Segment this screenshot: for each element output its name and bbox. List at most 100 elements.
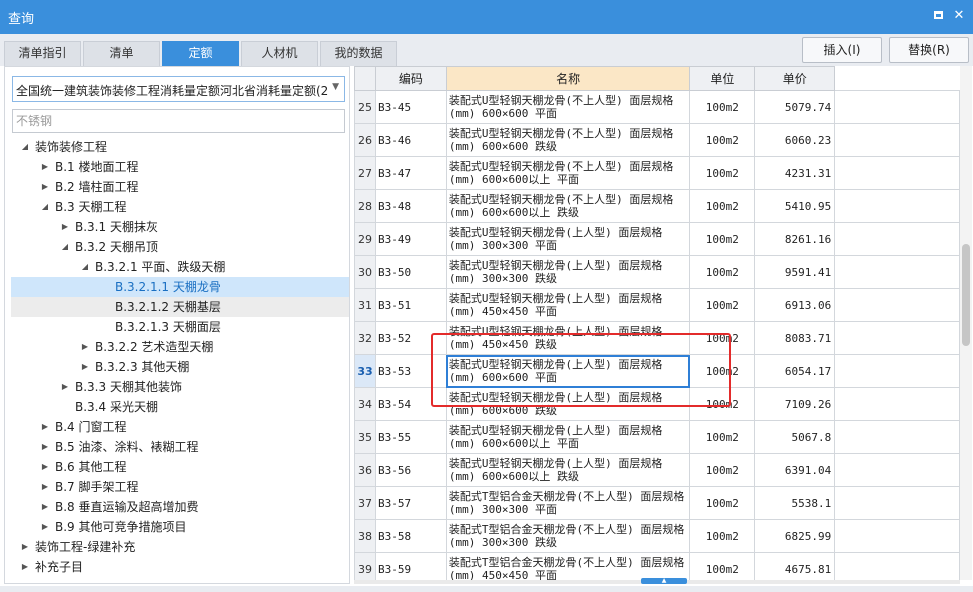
cell-code[interactable]: B3-51 [374, 288, 447, 322]
cell-code[interactable]: B3-50 [374, 255, 447, 289]
cell-code[interactable]: B3-55 [374, 420, 447, 454]
tree-item[interactable]: ▶ B.2 墙柱面工程 [11, 177, 349, 197]
cell-name[interactable]: 装配式U型轻钢天棚龙骨(不上人型) 面层规格(mm) 600×600 跌级 [445, 123, 691, 157]
search-input[interactable] [12, 109, 345, 133]
expand-arrow-icon[interactable]: ▶ [39, 517, 51, 537]
tree-item[interactable]: ▶ B.5 油漆、涂料、裱糊工程 [11, 437, 349, 457]
row-number[interactable]: 37 [354, 486, 376, 520]
scrollbar-thumb[interactable] [962, 244, 970, 346]
expand-arrow-icon[interactable]: ▶ [39, 157, 51, 177]
expand-arrow-icon[interactable]: ▶ [19, 557, 31, 577]
row-number[interactable]: 30 [354, 255, 376, 289]
cell-price[interactable]: 6060.23 [754, 123, 836, 157]
tree-item[interactable]: ▶ B.9 其他可竞争措施项目 [11, 517, 349, 537]
cell-code[interactable]: B3-47 [374, 156, 447, 190]
table-row[interactable]: 35 B3-55 装配式U型轻钢天棚龙骨(上人型) 面层规格(mm) 600×600… [354, 420, 960, 454]
expand-arrow-icon[interactable]: ▶ [79, 357, 91, 377]
cell-price[interactable]: 8083.71 [754, 321, 836, 355]
cell-unit[interactable]: 100m2 [689, 90, 756, 124]
cell-code[interactable]: B3-56 [374, 453, 447, 487]
cell-unit[interactable]: 100m2 [689, 123, 756, 157]
cell-code[interactable]: B3-49 [374, 222, 447, 256]
tree-item[interactable]: ▶ 装饰工程-绿建补充 [11, 537, 349, 557]
cell-unit[interactable]: 100m2 [689, 156, 756, 190]
tree-item[interactable]: ▶ B.1 楼地面工程 [11, 157, 349, 177]
cell-name[interactable]: 装配式U型轻钢天棚龙骨(不上人型) 面层规格(mm) 600×600以上 平面 [445, 156, 691, 190]
expand-arrow-icon[interactable]: ▶ [39, 437, 51, 457]
header-unit[interactable]: 单位 [689, 66, 756, 91]
row-number[interactable]: 35 [354, 420, 376, 454]
tree-item[interactable]: ▶ B.6 其他工程 [11, 457, 349, 477]
cell-price[interactable]: 6825.99 [754, 519, 836, 553]
cell-price[interactable]: 6391.04 [754, 453, 836, 487]
collapse-arrow-icon[interactable]: ◢ [59, 237, 71, 257]
tree-item[interactable]: ◢ 装饰装修工程 [11, 137, 349, 157]
row-number[interactable]: 29 [354, 222, 376, 256]
splitter-handle[interactable]: ▲ [641, 578, 687, 584]
insert-button[interactable]: 插入(I) [802, 37, 882, 63]
cell-code[interactable]: B3-48 [374, 189, 447, 223]
row-number[interactable]: 32 [354, 321, 376, 355]
collapse-arrow-icon[interactable]: ◢ [79, 257, 91, 277]
tab-quota[interactable]: 定额 [162, 41, 239, 66]
cell-unit[interactable]: 100m2 [689, 255, 756, 289]
row-number[interactable]: 25 [354, 90, 376, 124]
tree-item[interactable]: ▶ B.3.2.3 其他天棚 [11, 357, 349, 377]
tree-item[interactable]: B.3.2.1.2 天棚基层 [11, 297, 349, 317]
expand-arrow-icon[interactable]: ▶ [59, 217, 71, 237]
table-row[interactable]: 39 B3-59 装配式T型铝合金天棚龙骨(不上人型) 面层规格(mm) 450×4… [354, 552, 960, 580]
tree-item[interactable]: ▶ B.3.3 天棚其他装饰 [11, 377, 349, 397]
table-row[interactable]: 28 B3-48 装配式U型轻钢天棚龙骨(不上人型) 面层规格(mm) 600×60… [354, 189, 960, 223]
replace-button[interactable]: 替换(R) [889, 37, 969, 63]
tab-list[interactable]: 清单 [83, 41, 160, 66]
quota-library-select[interactable]: 全国统一建筑装饰装修工程消耗量定额河北省消耗量定额(2012) ▼ [12, 76, 345, 102]
cell-unit[interactable]: 100m2 [689, 453, 756, 487]
close-icon[interactable]: ✕ [949, 6, 969, 26]
maximize-icon[interactable] [929, 6, 949, 26]
cell-price[interactable]: 7109.26 [754, 387, 836, 421]
cell-code[interactable]: B3-58 [374, 519, 447, 553]
cell-price[interactable]: 5410.95 [754, 189, 836, 223]
cell-name[interactable]: 装配式T型铝合金天棚龙骨(不上人型) 面层规格(mm) 450×450 平面 [445, 552, 691, 580]
cell-name[interactable]: 装配式U型轻钢天棚龙骨(不上人型) 面层规格(mm) 600×600以上 跌级 [445, 189, 691, 223]
tree-item[interactable]: ▶ B.4 门窗工程 [11, 417, 349, 437]
row-number[interactable]: 39 [354, 552, 376, 580]
cell-name[interactable]: 装配式U型轻钢天棚龙骨(上人型) 面层规格(mm) 600×600以上 跌级 [445, 453, 691, 487]
tree-item[interactable]: ◢ B.3 天棚工程 [11, 197, 349, 217]
tree-item[interactable]: B.3.4 采光天棚 [11, 397, 349, 417]
cell-name[interactable]: 装配式U型轻钢天棚龙骨(上人型) 面层规格(mm) 300×300 平面 [445, 222, 691, 256]
cell-unit[interactable]: 100m2 [689, 189, 756, 223]
header-code[interactable]: 编码 [374, 66, 447, 91]
tree-item[interactable]: ▶ B.7 脚手架工程 [11, 477, 349, 497]
table-row[interactable]: 30 B3-50 装配式U型轻钢天棚龙骨(上人型) 面层规格(mm) 300×300… [354, 255, 960, 289]
expand-arrow-icon[interactable]: ▶ [79, 337, 91, 357]
header-name[interactable]: 名称 [445, 66, 691, 91]
collapse-arrow-icon[interactable]: ◢ [39, 197, 51, 217]
table-row[interactable]: 25 B3-45 装配式U型轻钢天棚龙骨(不上人型) 面层规格(mm) 600×60… [354, 90, 960, 124]
cell-name[interactable]: 装配式T型铝合金天棚龙骨(不上人型) 面层规格(mm) 300×300 平面 [445, 486, 691, 520]
tree-item[interactable]: ▶ 补充子目 [11, 557, 349, 577]
collapse-arrow-icon[interactable]: ◢ [19, 137, 31, 157]
header-price[interactable]: 单价 [754, 66, 836, 91]
expand-arrow-icon[interactable]: ▶ [39, 457, 51, 477]
cell-code[interactable]: B3-45 [374, 90, 447, 124]
cell-name[interactable]: 装配式T型铝合金天棚龙骨(不上人型) 面层规格(mm) 300×300 跌级 [445, 519, 691, 553]
cell-unit[interactable]: 100m2 [689, 420, 756, 454]
row-number[interactable]: 26 [354, 123, 376, 157]
table-row[interactable]: 27 B3-47 装配式U型轻钢天棚龙骨(不上人型) 面层规格(mm) 600×60… [354, 156, 960, 190]
tree-item[interactable]: ◢ B.3.2 天棚吊顶 [11, 237, 349, 257]
cell-name[interactable]: 装配式U型轻钢天棚龙骨(上人型) 面层规格(mm) 600×600以上 平面 [445, 420, 691, 454]
expand-arrow-icon[interactable]: ▶ [39, 177, 51, 197]
expand-arrow-icon[interactable]: ▶ [19, 537, 31, 557]
cell-unit[interactable]: 100m2 [689, 486, 756, 520]
cell-price[interactable]: 6913.06 [754, 288, 836, 322]
cell-name[interactable]: 装配式U型轻钢天棚龙骨(上人型) 面层规格(mm) 300×300 跌级 [445, 255, 691, 289]
tree-item[interactable]: B.3.2.1.3 天棚面层 [11, 317, 349, 337]
cell-price[interactable]: 5067.8 [754, 420, 836, 454]
expand-arrow-icon[interactable]: ▶ [39, 417, 51, 437]
cell-price[interactable]: 8261.16 [754, 222, 836, 256]
chevron-down-icon[interactable]: ▼ [332, 82, 339, 92]
row-number[interactable]: 28 [354, 189, 376, 223]
table-row[interactable]: 37 B3-57 装配式T型铝合金天棚龙骨(不上人型) 面层规格(mm) 300×3… [354, 486, 960, 520]
cell-code[interactable]: B3-57 [374, 486, 447, 520]
